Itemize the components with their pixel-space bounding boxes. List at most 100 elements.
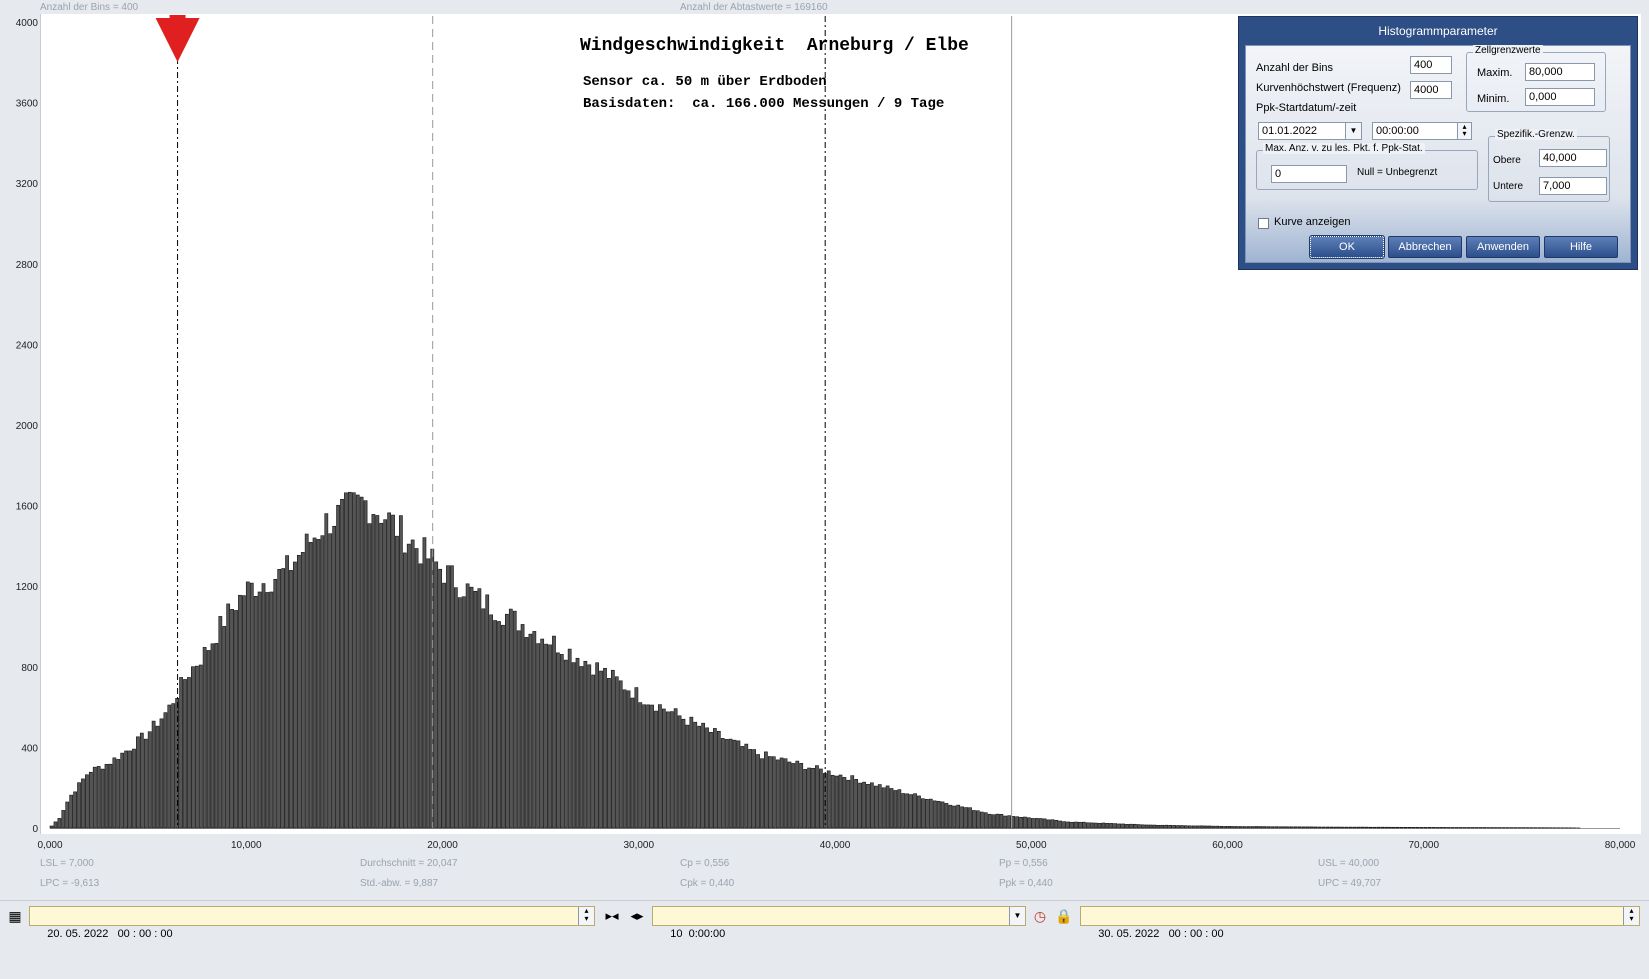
histogram-bar: [1129, 824, 1132, 828]
histogram-bar: [1385, 827, 1388, 828]
histogram-bar: [203, 647, 206, 828]
shrink-range-icon[interactable]: ▸◂: [601, 907, 623, 925]
histogram-bar: [183, 679, 186, 828]
apply-button[interactable]: Anwenden: [1466, 236, 1540, 258]
lock-icon[interactable]: 🔒: [1054, 907, 1074, 925]
histogram-bar: [1004, 816, 1007, 828]
interval-chevron-down-icon[interactable]: ▼: [1009, 907, 1025, 925]
min-label: Minim.: [1477, 93, 1509, 105]
ppk-date-select[interactable]: 01.01.2022 ▼: [1258, 122, 1362, 140]
ok-button[interactable]: OK: [1310, 236, 1384, 258]
histogram-bar: [156, 726, 159, 828]
bins-input[interactable]: 400: [1410, 56, 1452, 74]
histogram-bar: [1392, 827, 1395, 828]
histogram-bar: [906, 794, 909, 828]
expand-range-icon[interactable]: ◂▸: [626, 907, 648, 925]
histogram-bar: [101, 769, 104, 828]
histogram-bar: [749, 749, 752, 828]
help-button[interactable]: Hilfe: [1544, 236, 1618, 258]
histogram-bar: [615, 677, 618, 828]
histogram-bar: [1149, 825, 1152, 828]
lower-input[interactable]: 7,000: [1539, 177, 1607, 195]
histogram-bar: [289, 570, 292, 828]
histogram-bar: [1157, 825, 1160, 828]
chart-subtitle-sensor: Sensor ca. 50 m über Erdboden: [583, 74, 827, 90]
histogram-bar: [470, 587, 473, 828]
histogram-bar: [407, 544, 410, 828]
lsl-marker-icon: [156, 18, 200, 62]
max-points-input[interactable]: 0: [1271, 165, 1347, 183]
dialog-title: Histogrammparameter: [1239, 17, 1637, 45]
histogram-bar: [207, 650, 210, 828]
curve-max-input[interactable]: 4000: [1410, 81, 1452, 99]
histogram-bar: [965, 808, 968, 828]
histogram-bar: [325, 514, 328, 828]
histogram-bar: [537, 644, 540, 828]
histogram-bar: [368, 524, 371, 828]
stat-lpc: LPC = -9,613: [40, 878, 99, 889]
histogram-bar: [246, 582, 249, 828]
histogram-bar: [97, 766, 100, 828]
y-tick-label: 2400: [16, 340, 39, 351]
end-datetime-field[interactable]: 30. 05. 2022 00 : 00 : 00 ▴▾: [1080, 906, 1640, 926]
spec-limits-group: Spezifik.-Grenzw. Obere 40,000 Untere 7,…: [1488, 136, 1610, 202]
histogram-bar: [399, 516, 402, 828]
histogram-bar: [556, 653, 559, 828]
cancel-button[interactable]: Abbrechen: [1388, 236, 1462, 258]
histogram-bar: [62, 810, 65, 828]
histogram-bar: [957, 805, 960, 828]
histogram-bar: [1290, 827, 1293, 828]
histogram-bar: [894, 790, 897, 828]
max-input[interactable]: 80,000: [1525, 63, 1595, 81]
histogram-bar: [1455, 827, 1458, 828]
start-datetime-field[interactable]: 20. 05. 2022 00 : 00 : 00 ▴▾: [29, 906, 595, 926]
histogram-bar: [996, 814, 999, 828]
histogram-bar: [427, 559, 430, 828]
histogram-bar: [168, 705, 171, 828]
lsl-marker-cap: [170, 15, 186, 19]
show-curve-checkbox[interactable]: [1258, 218, 1269, 229]
histogram-bar: [1416, 827, 1419, 828]
time-spinner-icon[interactable]: ▴▾: [1457, 123, 1471, 139]
lower-label: Untere: [1493, 181, 1523, 192]
histogram-bar: [607, 678, 610, 828]
min-input[interactable]: 0,000: [1525, 88, 1595, 106]
histogram-bar: [490, 615, 493, 828]
histogram-bar: [721, 738, 724, 828]
histogram-bar: [698, 726, 701, 828]
histogram-bar: [1192, 826, 1195, 828]
histogram-bar: [902, 793, 905, 828]
histogram-bar: [1125, 824, 1128, 828]
histogram-bar: [949, 805, 952, 828]
histogram-bar: [1381, 827, 1384, 828]
histogram-bar: [1000, 814, 1003, 828]
chevron-down-icon[interactable]: ▼: [1345, 123, 1361, 139]
histogram-bar: [941, 802, 944, 828]
end-spinner-icon[interactable]: ▴▾: [1623, 907, 1639, 925]
histogram-bar: [223, 626, 226, 828]
clock-icon[interactable]: ◷: [1030, 907, 1050, 925]
histogram-bar: [211, 644, 214, 828]
start-spinner-icon[interactable]: ▴▾: [578, 907, 594, 925]
histogram-bar: [1051, 820, 1054, 828]
histogram-bar: [878, 785, 881, 828]
calendar-icon[interactable]: ▦: [6, 907, 24, 925]
histogram-bar: [862, 782, 865, 828]
histogram-bar: [654, 711, 657, 828]
x-tick-label: 70,000: [1408, 840, 1439, 851]
histogram-bar: [914, 794, 917, 828]
ppk-start-label: Ppk-Startdatum/-zeit: [1256, 102, 1356, 114]
histogram-bar: [132, 749, 135, 828]
histogram-bar: [1361, 827, 1364, 828]
ppk-time-input[interactable]: 00:00:00 ▴▾: [1372, 122, 1472, 140]
histogram-bar: [1251, 827, 1254, 828]
histogram-bar: [231, 609, 234, 828]
histogram-bar: [1145, 825, 1148, 828]
histogram-bar: [376, 515, 379, 828]
histogram-bar: [866, 784, 869, 828]
histogram-bar: [843, 777, 846, 828]
y-tick-label: 400: [21, 743, 38, 754]
upper-input[interactable]: 40,000: [1539, 149, 1607, 167]
interval-select[interactable]: 10 0:00:00 ▼: [652, 906, 1026, 926]
histogram-bar: [1322, 827, 1325, 828]
